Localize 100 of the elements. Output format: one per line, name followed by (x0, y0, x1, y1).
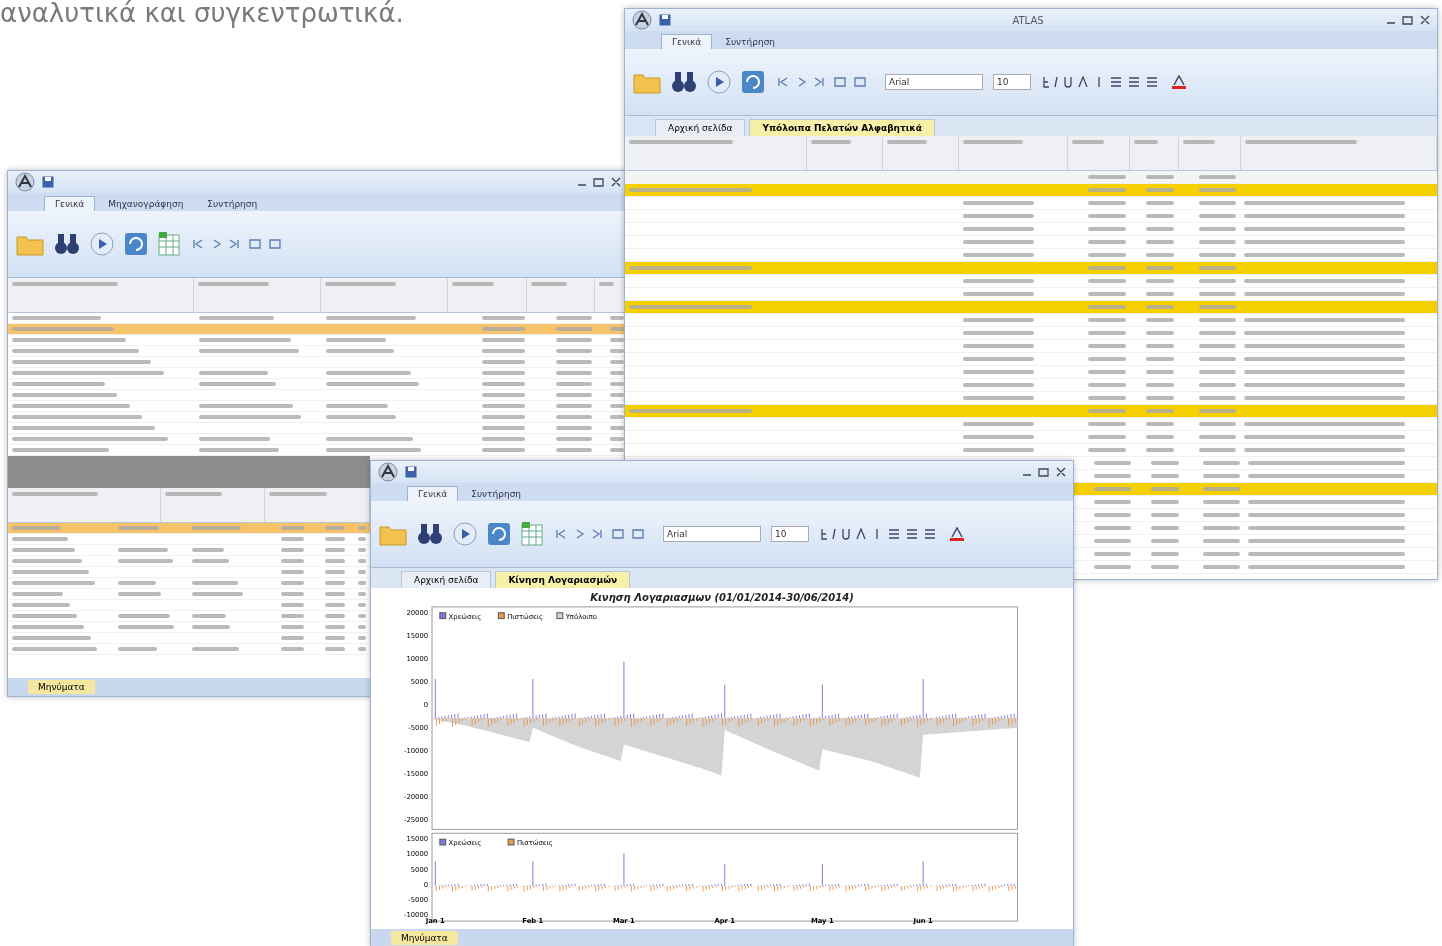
table-row[interactable] (8, 644, 370, 655)
document-tab[interactable]: Αρχική σελίδα (401, 571, 492, 588)
table-row[interactable] (625, 262, 1437, 275)
binoculars-icon[interactable] (417, 522, 443, 546)
font-size-field[interactable]: 10 (771, 526, 809, 542)
table-row[interactable] (8, 622, 370, 633)
refresh-icon[interactable] (741, 70, 765, 94)
blurred-text-drawing (1146, 448, 1175, 452)
blurred-text-drawing (1198, 305, 1237, 309)
blurred-text-drawing (1202, 461, 1240, 465)
document-tab[interactable]: Κίνηση Λογαριασμών (495, 571, 631, 588)
table-row[interactable] (8, 633, 370, 644)
blurred-text-drawing (1088, 409, 1126, 413)
blurred-text-drawing (1198, 266, 1237, 270)
ribbon-tab[interactable]: Συντήρηση (460, 486, 533, 501)
messages-tab[interactable]: Μηνύματα (28, 680, 95, 694)
blurred-text-drawing (118, 548, 169, 552)
blurred-text-drawing (1088, 435, 1126, 439)
ribbon-tab[interactable]: Συντήρηση (196, 196, 269, 211)
blurred-text-drawing (280, 581, 305, 585)
window-controls-icon[interactable] (1021, 467, 1067, 477)
font-name-field[interactable]: Arial (885, 74, 983, 90)
blurred-text-drawing (280, 603, 305, 607)
window-title: ATLAS (1011, 14, 1045, 26)
blurred-text-drawing (963, 435, 1034, 439)
table-row[interactable] (8, 545, 370, 556)
blurred-text-drawing (1198, 370, 1237, 374)
blurred-text-drawing (1150, 552, 1179, 556)
table-row[interactable] (8, 534, 370, 545)
blurred-text-drawing (1146, 383, 1175, 387)
blurred-text-drawing (1088, 227, 1126, 231)
refresh-icon[interactable] (487, 522, 511, 546)
ribbon-tab[interactable]: Γενικά (661, 34, 713, 49)
app-logo-icon[interactable] (14, 172, 36, 192)
spreadsheet-icon[interactable] (158, 232, 180, 256)
binoculars-icon[interactable] (671, 70, 697, 94)
blurred-text-drawing (1146, 409, 1175, 413)
blurred-text-drawing (280, 526, 305, 530)
save-icon[interactable] (405, 466, 417, 478)
blurred-text-drawing (1146, 201, 1175, 205)
blurred-text-drawing (1202, 500, 1240, 504)
blurred-text-drawing (1088, 214, 1126, 218)
blurred-text-drawing (1198, 435, 1237, 439)
ribbon-tab[interactable]: Συντήρηση (714, 34, 787, 49)
save-icon[interactable] (659, 14, 671, 26)
play-icon[interactable] (90, 232, 114, 256)
blurred-text-drawing (325, 349, 394, 353)
blurred-text-drawing (481, 360, 525, 364)
blurred-text-drawing (325, 548, 345, 552)
blurred-text-drawing (1088, 292, 1126, 296)
document-tab[interactable]: Αρχική σελίδα (655, 119, 746, 136)
table-row[interactable] (8, 600, 370, 611)
blurred-text-drawing (556, 415, 593, 419)
blurred-text-drawing (325, 614, 345, 618)
blurred-text-drawing (118, 647, 158, 651)
spreadsheet-icon[interactable] (521, 522, 543, 546)
font-color-icon[interactable] (1171, 75, 1187, 89)
blurred-text-drawing (1198, 240, 1237, 244)
blurred-text-drawing (280, 592, 305, 596)
blurred-text-drawing (609, 338, 624, 342)
blurred-text-drawing (325, 647, 345, 651)
refresh-icon[interactable] (124, 232, 148, 256)
table-row[interactable] (8, 556, 370, 567)
blurred-text-drawing (1198, 227, 1237, 231)
ribbon-tab[interactable]: Γενικά (44, 196, 96, 211)
blurred-text-drawing (963, 448, 1034, 452)
app-logo-icon[interactable] (631, 10, 653, 30)
table-row[interactable] (8, 567, 370, 578)
font-name-field[interactable]: Arial (663, 526, 761, 542)
font-size-field[interactable]: 10 (993, 74, 1031, 90)
blurred-text-drawing (963, 383, 1034, 387)
blurred-text-drawing (1198, 318, 1237, 322)
blurred-text-drawing (1198, 201, 1237, 205)
table-row[interactable] (625, 301, 1437, 314)
window-controls-icon[interactable] (576, 177, 622, 187)
blurred-text-drawing (191, 614, 226, 618)
ribbon-tab[interactable]: Μηχανογράφηση (97, 196, 195, 211)
table-row[interactable] (625, 405, 1437, 418)
play-icon[interactable] (707, 70, 731, 94)
table-row[interactable] (1074, 483, 1437, 496)
table-row[interactable] (8, 589, 370, 600)
save-icon[interactable] (42, 176, 54, 188)
messages-tab[interactable]: Μηνύματα (391, 931, 458, 945)
page-heading: αναλυτικά και συγκεντρωτικά. (0, 0, 404, 28)
play-icon[interactable] (453, 522, 477, 546)
blurred-text-drawing (118, 526, 160, 530)
app-logo-icon[interactable] (377, 462, 399, 482)
table-row[interactable] (8, 578, 370, 589)
binoculars-icon[interactable] (54, 232, 80, 256)
ribbon-tab[interactable]: Γενικά (407, 486, 459, 501)
blurred-text-drawing (1146, 240, 1175, 244)
font-color-icon[interactable] (949, 527, 965, 541)
blurred-text-drawing (556, 393, 593, 397)
blurred-text-drawing (963, 357, 1034, 361)
table-row[interactable] (8, 611, 370, 622)
table-row[interactable] (8, 523, 370, 534)
document-tab[interactable]: Υπόλοιπα Πελατών Αλφαβητικά (749, 119, 935, 136)
blurred-text-drawing (556, 349, 593, 353)
window-controls-icon[interactable] (1385, 15, 1431, 25)
blurred-text-drawing (609, 382, 624, 386)
